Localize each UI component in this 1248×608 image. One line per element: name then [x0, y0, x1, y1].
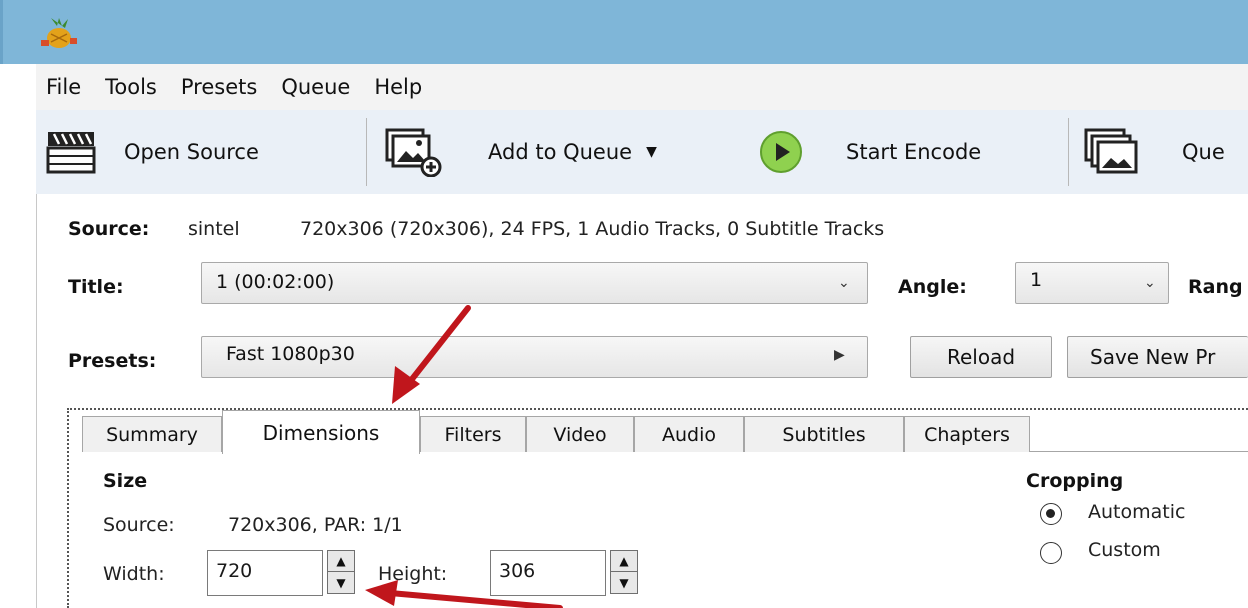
height-input-value: 306	[499, 560, 536, 582]
reload-button-label: Reload	[946, 345, 1016, 369]
presets-label: Presets:	[68, 350, 157, 372]
menu-tools[interactable]: Tools	[105, 75, 157, 99]
tab-chapters-label: Chapters	[924, 423, 1010, 446]
save-new-preset-label: Save New Pr	[1090, 345, 1216, 369]
width-up-arrow-icon[interactable]: ▲	[328, 551, 354, 572]
dimensions-source-value: 720x306, PAR: 1/1	[228, 514, 403, 536]
tab-subtitles-label: Subtitles	[782, 423, 866, 446]
menu-help-label: Help	[374, 75, 423, 99]
reload-button[interactable]: Reload	[910, 336, 1052, 378]
chevron-down-icon: ⌄	[838, 275, 850, 291]
title-label: Title:	[68, 276, 124, 298]
window-left-border	[36, 194, 37, 608]
chevron-down-icon: ⌄	[1144, 275, 1156, 291]
tab-summary[interactable]: Summary	[82, 416, 222, 452]
add-to-queue-button[interactable]: Add to Queue ▼	[384, 110, 657, 194]
tab-audio-label: Audio	[661, 423, 716, 446]
tab-dimensions[interactable]: Dimensions	[222, 410, 420, 454]
app-window: File Tools Presets Queue Help Open Sourc…	[0, 0, 1248, 608]
menu-presets[interactable]: Presets	[181, 75, 257, 99]
add-image-icon	[385, 128, 442, 177]
add-to-queue-dropdown-icon[interactable]: ▼	[646, 144, 657, 160]
width-input[interactable]: 720	[207, 550, 323, 596]
tab-subtitles[interactable]: Subtitles	[744, 416, 904, 452]
tab-dimensions-label: Dimensions	[262, 420, 380, 445]
tab-summary-label: Summary	[106, 423, 198, 446]
tab-filters-label: Filters	[444, 423, 502, 446]
tab-video[interactable]: Video	[526, 416, 634, 452]
title-dropdown-value: 1 (00:02:00)	[216, 271, 335, 293]
title-bar	[0, 0, 1248, 64]
angle-dropdown-value: 1	[1030, 269, 1043, 291]
start-encode-label: Start Encode	[846, 140, 982, 164]
clapperboard-icon	[46, 132, 96, 174]
angle-dropdown[interactable]: 1 ⌄	[1015, 262, 1169, 304]
queue-label: Que	[1182, 140, 1225, 164]
presets-dropdown-value: Fast 1080p30	[226, 343, 355, 365]
cropping-heading: Cropping	[1026, 470, 1124, 492]
add-to-queue-label: Add to Queue	[488, 140, 633, 164]
height-label: Height:	[378, 563, 448, 585]
tab-audio[interactable]: Audio	[634, 416, 744, 452]
presets-dropdown[interactable]: Fast 1080p30 ▶	[201, 336, 868, 378]
queue-button[interactable]: Que	[1084, 110, 1225, 194]
range-label: Rang	[1188, 276, 1243, 298]
angle-label: Angle:	[898, 276, 967, 298]
tab-filters[interactable]: Filters	[420, 416, 526, 452]
width-label: Width:	[103, 563, 165, 585]
menu-help[interactable]: Help	[374, 75, 422, 99]
menu-queue-label: Queue	[281, 75, 351, 99]
open-source-label: Open Source	[124, 140, 259, 164]
source-label: Source:	[68, 218, 150, 240]
width-down-arrow-icon[interactable]: ▼	[328, 572, 354, 593]
crop-custom-label: Custom	[1088, 539, 1161, 561]
crop-automatic-label: Automatic	[1088, 501, 1186, 523]
menu-queue[interactable]: Queue	[281, 75, 350, 99]
toolbar: Open Source Add to Queue ▼ Start Encode	[36, 110, 1248, 194]
width-stepper[interactable]: ▲ ▼	[327, 550, 355, 594]
tab-chapters[interactable]: Chapters	[904, 416, 1030, 452]
queue-images-icon	[1084, 128, 1138, 174]
tab-video-label: Video	[553, 423, 607, 446]
title-dropdown[interactable]: 1 (00:02:00) ⌄	[201, 262, 868, 304]
chevron-right-icon: ▶	[834, 347, 845, 363]
play-icon	[760, 131, 802, 173]
open-source-button[interactable]: Open Source	[46, 110, 259, 194]
height-stepper[interactable]: ▲ ▼	[610, 550, 638, 594]
height-up-arrow-icon[interactable]: ▲	[611, 551, 637, 572]
crop-custom-radio[interactable]	[1040, 542, 1062, 564]
toolbar-separator	[366, 118, 367, 186]
handbrake-pineapple-icon	[41, 18, 77, 48]
dimensions-source-label: Source:	[103, 514, 175, 536]
height-down-arrow-icon[interactable]: ▼	[611, 572, 637, 593]
size-heading: Size	[103, 470, 148, 492]
width-input-value: 720	[216, 560, 253, 582]
save-new-preset-button[interactable]: Save New Pr	[1067, 336, 1248, 378]
start-encode-button[interactable]: Start Encode	[758, 110, 981, 194]
menu-bar: File Tools Presets Queue Help	[36, 64, 1248, 110]
crop-automatic-radio[interactable]	[1040, 503, 1062, 525]
source-info: 720x306 (720x306), 24 FPS, 1 Audio Track…	[300, 218, 885, 240]
source-name: sintel	[188, 218, 240, 240]
menu-file-label: File	[46, 75, 82, 99]
menu-file[interactable]: File	[46, 75, 81, 99]
menu-presets-label: Presets	[180, 75, 258, 99]
menu-tools-label: Tools	[105, 75, 157, 99]
height-input[interactable]: 306	[490, 550, 606, 596]
toolbar-separator	[1068, 118, 1069, 186]
